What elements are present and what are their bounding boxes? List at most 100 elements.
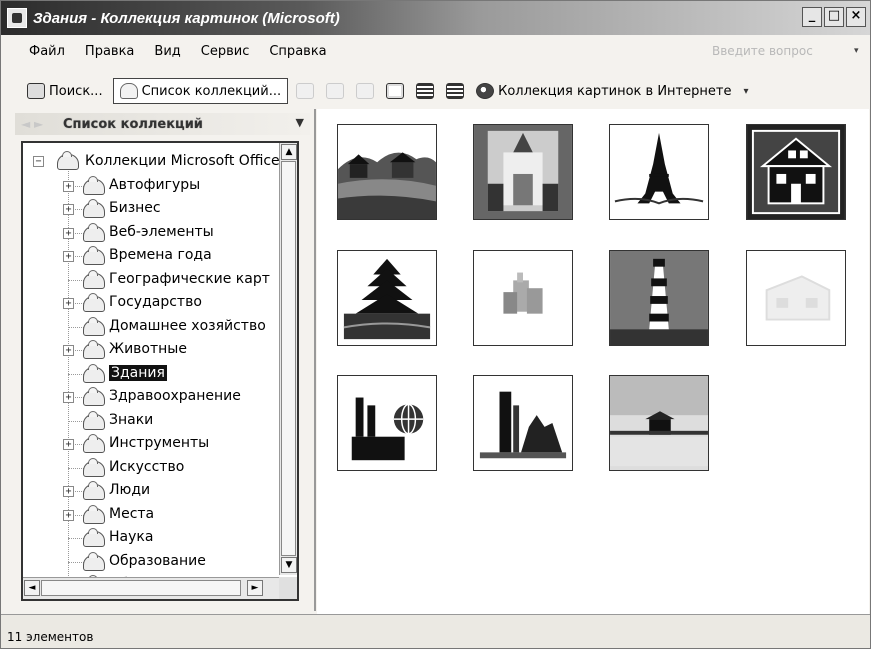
collapse-icon[interactable]: − xyxy=(33,156,44,167)
delete-icon xyxy=(356,83,375,99)
title-bar[interactable]: Здания - Коллекция картинок (Microsoft) … xyxy=(1,1,870,35)
maximize-button[interactable]: □ xyxy=(824,7,844,27)
expand-icon[interactable]: + xyxy=(63,298,74,309)
tree-item-label: Искусство xyxy=(109,458,185,475)
tree-item[interactable]: + Веб-элементы xyxy=(23,222,281,244)
pane-dropdown-icon[interactable]: ▼ xyxy=(296,116,304,129)
help-question-input[interactable]: Введите вопрос xyxy=(702,41,852,61)
collection-folder-icon xyxy=(119,83,138,99)
online-clipart-button[interactable]: Коллекция картинок в Интернете xyxy=(470,78,737,104)
details-view-icon xyxy=(446,83,465,99)
clip-thumbnail[interactable] xyxy=(473,124,573,220)
tree-item-label: Образование xyxy=(109,552,206,569)
tree-item-label: Здравоохранение xyxy=(109,388,241,404)
tree-item[interactable]: + Люди xyxy=(23,480,281,502)
clip-thumbnail[interactable] xyxy=(337,375,437,471)
tree-item[interactable]: + Времена года xyxy=(23,245,281,267)
copy-button[interactable] xyxy=(290,78,320,104)
delete-button[interactable] xyxy=(350,78,380,104)
menu-tools[interactable]: Сервис xyxy=(201,44,250,59)
tree-item[interactable]: + Автофигуры xyxy=(23,175,281,197)
collection-tree: − Коллекции Microsoft Office + Автофигуры + Б… xyxy=(21,141,299,601)
paste-button[interactable] xyxy=(320,78,350,104)
tree-item[interactable]: + Здравоохранение xyxy=(23,386,281,408)
expand-icon[interactable]: + xyxy=(63,509,74,521)
collection-folder-icon xyxy=(83,504,105,524)
expand-icon[interactable]: + xyxy=(63,180,74,192)
tree-item[interactable]: + Животные xyxy=(23,339,281,361)
expand-icon[interactable]: + xyxy=(63,392,74,403)
tree-item-label: Домашнее хозяйство xyxy=(109,317,266,334)
scroll-down-icon[interactable]: ▼ xyxy=(281,557,297,573)
expand-icon[interactable]: + xyxy=(63,439,74,450)
tree-item[interactable]: Знаки xyxy=(23,410,281,432)
copy-icon xyxy=(296,83,315,99)
menu-help[interactable]: Справка xyxy=(269,44,326,59)
tree-item[interactable]: + Места xyxy=(23,504,281,526)
clip-thumbnail[interactable] xyxy=(746,124,846,220)
scroll-up-icon[interactable]: ▲ xyxy=(281,144,297,160)
details-view-button[interactable] xyxy=(440,78,470,104)
eiffel-tower-icon xyxy=(610,125,708,219)
clip-thumbnail[interactable] xyxy=(746,250,846,346)
back-forward-icon[interactable]: ◄ ► xyxy=(15,117,63,131)
small-buildings-icon xyxy=(474,251,572,345)
tree-root-item[interactable]: − Коллекции Microsoft Office xyxy=(23,151,281,173)
menu-file[interactable]: Файл xyxy=(29,44,65,59)
clip-thumbnail[interactable] xyxy=(473,375,573,471)
lighthouse-icon xyxy=(610,251,708,345)
tree-item[interactable]: Географические карт xyxy=(23,269,281,291)
list-view-button[interactable] xyxy=(410,78,440,104)
clip-thumbnail[interactable] xyxy=(609,375,709,471)
horizontal-scrollbar[interactable]: ◄ ► xyxy=(23,577,281,599)
tree-item[interactable]: Образование xyxy=(23,551,281,573)
search-button[interactable]: Поиск... xyxy=(21,78,109,104)
clip-thumbnail[interactable] xyxy=(337,250,437,346)
close-button[interactable]: × xyxy=(846,7,866,27)
tree-item[interactable]: Наука xyxy=(23,527,281,549)
help-dropdown-arrow-icon[interactable]: ▾ xyxy=(854,45,864,57)
tree-item[interactable]: Домашнее хозяйство xyxy=(23,316,281,338)
scroll-left-icon[interactable]: ◄ xyxy=(24,580,40,596)
tree-item-label: Животные xyxy=(109,341,187,357)
collection-folder-icon xyxy=(83,481,105,500)
toolbar-options-icon[interactable]: ▾ xyxy=(743,86,748,97)
expand-icon[interactable]: + xyxy=(63,251,74,262)
clip-thumbnail[interactable] xyxy=(473,250,573,346)
clip-thumbnail[interactable] xyxy=(609,250,709,346)
menu-edit[interactable]: Правка xyxy=(85,44,134,59)
clip-thumbnail[interactable] xyxy=(609,124,709,220)
search-button-label: Поиск... xyxy=(49,83,103,99)
app-icon xyxy=(7,8,27,28)
vertical-scroll-thumb[interactable] xyxy=(281,161,296,556)
tree-item[interactable]: + Бизнес xyxy=(23,198,281,220)
list-view-icon xyxy=(416,83,435,99)
pane-splitter[interactable] xyxy=(314,109,316,611)
horizontal-scroll-thumb[interactable] xyxy=(41,580,241,596)
window-controls: _ □ × xyxy=(802,7,866,27)
collection-folder-icon xyxy=(83,269,105,289)
expand-icon[interactable]: + xyxy=(63,345,74,356)
collection-folder-icon xyxy=(83,434,105,453)
factory-globe-icon xyxy=(338,376,436,470)
collection-list-button[interactable]: Список коллекций... xyxy=(112,78,289,104)
tree-item[interactable]: + Государство xyxy=(23,292,281,314)
tree-item-label: Автофигуры xyxy=(109,176,201,193)
vertical-scrollbar[interactable]: ▲ ▼ xyxy=(279,143,297,575)
clip-thumbnail[interactable] xyxy=(337,124,437,220)
expand-icon[interactable]: + xyxy=(63,227,74,239)
expand-icon[interactable]: + xyxy=(63,204,74,215)
collection-list-label: Список коллекций... xyxy=(141,83,282,99)
minimize-button[interactable]: _ xyxy=(802,7,822,27)
tree-item[interactable]: Здания xyxy=(23,363,281,385)
tree-item[interactable]: Искусство xyxy=(23,457,281,479)
window-title: Здания - Коллекция картинок (Microsoft) xyxy=(33,9,340,27)
thumbnails-view-button[interactable] xyxy=(380,78,410,104)
status-bar: 11 элементов xyxy=(1,614,870,648)
tree-item[interactable]: + Инструменты xyxy=(23,433,281,455)
tree-item-label: Бизнес xyxy=(109,200,161,216)
expand-icon[interactable]: + xyxy=(63,486,74,497)
menu-view[interactable]: Вид xyxy=(154,44,180,59)
silo-skyline-icon xyxy=(474,376,572,470)
scroll-right-icon[interactable]: ► xyxy=(247,580,263,596)
